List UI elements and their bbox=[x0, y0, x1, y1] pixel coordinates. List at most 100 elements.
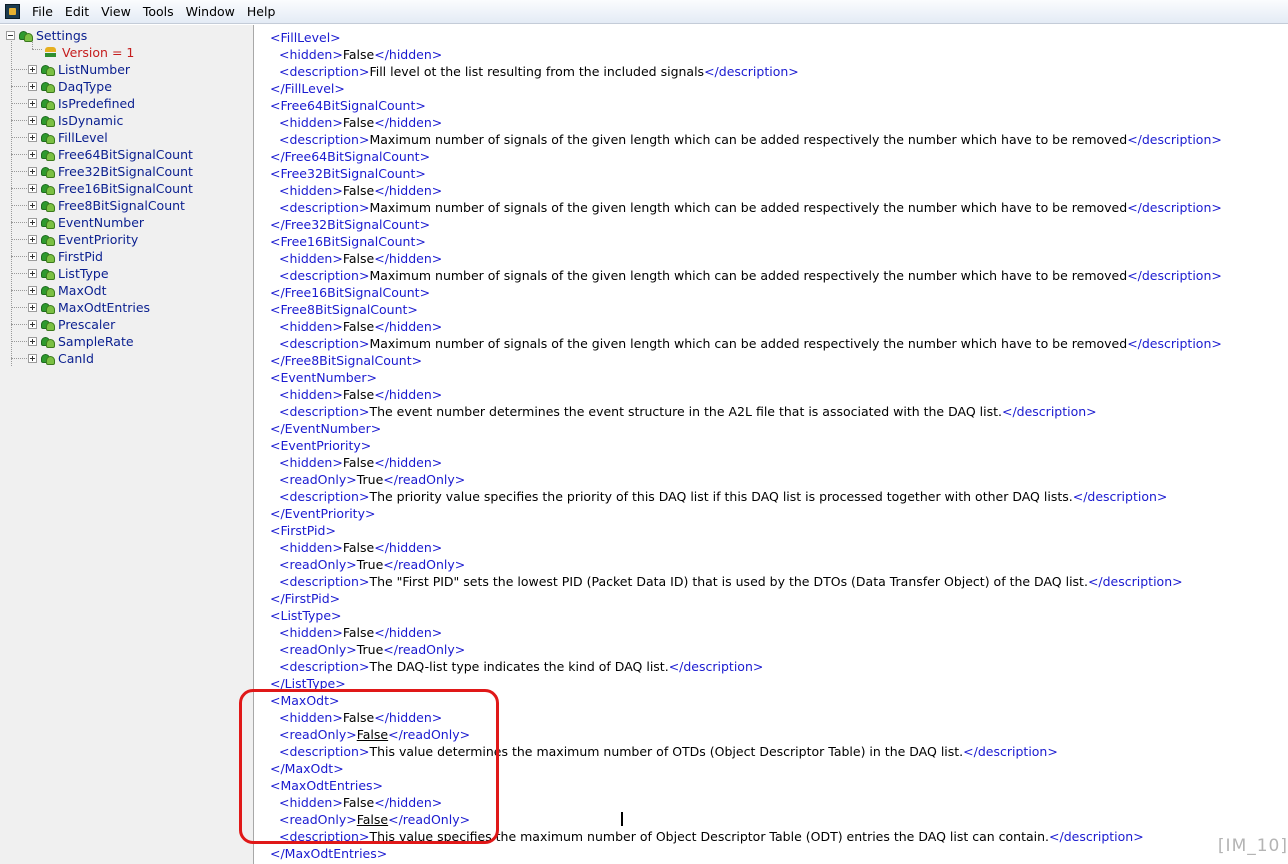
xml-line[interactable]: </FillLevel> bbox=[270, 80, 345, 97]
menu-edit[interactable]: Edit bbox=[59, 0, 95, 24]
expand-icon[interactable] bbox=[28, 320, 37, 329]
xml-line[interactable]: <MaxOdtEntries> bbox=[270, 777, 383, 794]
menu-view[interactable]: View bbox=[95, 0, 137, 24]
menu-file[interactable]: File bbox=[26, 0, 59, 24]
xml-line[interactable]: </EventPriority> bbox=[270, 505, 375, 522]
xml-line[interactable]: <EventNumber> bbox=[270, 369, 377, 386]
xml-line[interactable]: <FirstPid> bbox=[270, 522, 336, 539]
xml-line[interactable]: <hidden>False</hidden> bbox=[279, 182, 442, 199]
tree-item-firstpid[interactable]: FirstPid bbox=[28, 248, 103, 265]
xml-line[interactable]: </ListType> bbox=[270, 675, 346, 692]
xml-line[interactable]: <hidden>False</hidden> bbox=[279, 250, 442, 267]
xml-line[interactable]: <readOnly>True</readOnly> bbox=[279, 641, 465, 658]
xml-line[interactable]: <hidden>False</hidden> bbox=[279, 46, 442, 63]
xml-line[interactable]: <readOnly>False</readOnly> bbox=[279, 811, 470, 828]
tree-item-canid[interactable]: CanId bbox=[28, 350, 94, 367]
tree-item-isdynamic[interactable]: IsDynamic bbox=[28, 112, 123, 129]
collapse-icon[interactable] bbox=[6, 31, 15, 40]
xml-line[interactable]: <hidden>False</hidden> bbox=[279, 386, 442, 403]
expand-icon[interactable] bbox=[28, 269, 37, 278]
xml-line[interactable]: <description>This value determines the m… bbox=[279, 743, 1058, 760]
tree-item-eventpriority[interactable]: EventPriority bbox=[28, 231, 138, 248]
xml-line[interactable]: <hidden>False</hidden> bbox=[279, 114, 442, 131]
xml-line[interactable]: </Free8BitSignalCount> bbox=[270, 352, 422, 369]
xml-line[interactable]: <Free8BitSignalCount> bbox=[270, 301, 418, 318]
expand-icon[interactable] bbox=[28, 303, 37, 312]
xml-line[interactable]: <Free16BitSignalCount> bbox=[270, 233, 426, 250]
xml-line[interactable]: <description>The "First PID" sets the lo… bbox=[279, 573, 1183, 590]
xml-line[interactable]: </EventNumber> bbox=[270, 420, 381, 437]
xml-line[interactable]: <hidden>False</hidden> bbox=[279, 624, 442, 641]
tree-pane[interactable]: Settings Version = 1 ListNumber DaqType Is… bbox=[0, 25, 254, 864]
tree-item-maxodtentries[interactable]: MaxOdtEntries bbox=[28, 299, 150, 316]
xml-line[interactable]: <readOnly>True</readOnly> bbox=[279, 556, 465, 573]
xml-line[interactable]: <description>Maximum number of signals o… bbox=[279, 335, 1222, 352]
xml-tag: <description> bbox=[279, 64, 370, 79]
expand-icon[interactable] bbox=[28, 99, 37, 108]
xml-line[interactable]: <description>The priority value specifie… bbox=[279, 488, 1167, 505]
xml-line[interactable]: <hidden>False</hidden> bbox=[279, 318, 442, 335]
menu-tools[interactable]: Tools bbox=[137, 0, 180, 24]
xml-editor[interactable]: <FillLevel> <hidden>False</hidden> <descri… bbox=[255, 25, 1288, 864]
xml-line[interactable]: <description>Maximum number of signals o… bbox=[279, 267, 1222, 284]
tree-item-free16bitsignalcount[interactable]: Free16BitSignalCount bbox=[28, 180, 193, 197]
expand-icon[interactable] bbox=[28, 354, 37, 363]
expand-icon[interactable] bbox=[28, 82, 37, 91]
xml-line[interactable]: </Free64BitSignalCount> bbox=[270, 148, 430, 165]
tree-item-maxodt[interactable]: MaxOdt bbox=[28, 282, 107, 299]
xml-line[interactable]: <description>This value specifies the ma… bbox=[279, 828, 1144, 845]
expand-icon[interactable] bbox=[28, 184, 37, 193]
xml-line[interactable]: </FirstPid> bbox=[270, 590, 340, 607]
xml-line[interactable]: <hidden>False</hidden> bbox=[279, 539, 442, 556]
menu-window[interactable]: Window bbox=[180, 0, 241, 24]
xml-line[interactable]: <readOnly>True</readOnly> bbox=[279, 471, 465, 488]
xml-line[interactable]: <FillLevel> bbox=[270, 29, 341, 46]
xml-line[interactable]: <description>The DAQ-list type indicates… bbox=[279, 658, 763, 675]
expand-icon[interactable] bbox=[28, 235, 37, 244]
xml-line[interactable]: <description>The event number determines… bbox=[279, 403, 1097, 420]
xml-line[interactable]: <description>Maximum number of signals o… bbox=[279, 131, 1222, 148]
tree-item-free64bitsignalcount[interactable]: Free64BitSignalCount bbox=[28, 146, 193, 163]
tree-item-eventnumber[interactable]: EventNumber bbox=[28, 214, 144, 231]
xml-line[interactable]: <hidden>False</hidden> bbox=[279, 794, 442, 811]
expand-icon[interactable] bbox=[28, 150, 37, 159]
tree-item-ispredefined[interactable]: IsPredefined bbox=[28, 95, 135, 112]
xml-line[interactable]: <description>Fill level ot the list resu… bbox=[279, 63, 799, 80]
tree-item-filllevel[interactable]: FillLevel bbox=[28, 129, 108, 146]
expand-icon[interactable] bbox=[28, 167, 37, 176]
expand-icon[interactable] bbox=[28, 65, 37, 74]
tree-guide-line bbox=[11, 307, 27, 308]
tree-root-settings[interactable]: Settings bbox=[6, 27, 87, 44]
tree-attribute-version[interactable]: Version = 1 bbox=[44, 44, 134, 61]
tree-item-daqtype[interactable]: DaqType bbox=[28, 78, 112, 95]
tree-item-free32bitsignalcount[interactable]: Free32BitSignalCount bbox=[28, 163, 193, 180]
tree-item-samplerate[interactable]: SampleRate bbox=[28, 333, 134, 350]
xml-line[interactable]: </MaxOdt> bbox=[270, 760, 344, 777]
menu-help[interactable]: Help bbox=[241, 0, 282, 24]
xml-line[interactable]: </Free32BitSignalCount> bbox=[270, 216, 430, 233]
expand-icon[interactable] bbox=[28, 252, 37, 261]
xml-line[interactable]: <readOnly>False</readOnly> bbox=[279, 726, 470, 743]
xml-line[interactable]: </MaxOdtEntries> bbox=[270, 845, 387, 862]
expand-icon[interactable] bbox=[28, 218, 37, 227]
expand-icon[interactable] bbox=[28, 337, 37, 346]
tree-item-free8bitsignalcount[interactable]: Free8BitSignalCount bbox=[28, 197, 185, 214]
expand-icon[interactable] bbox=[28, 286, 37, 295]
xml-tag: <description> bbox=[279, 659, 370, 674]
tree-item-listnumber[interactable]: ListNumber bbox=[28, 61, 130, 78]
xml-line[interactable]: <Free64BitSignalCount> bbox=[270, 97, 426, 114]
xml-line[interactable]: <Free32BitSignalCount> bbox=[270, 165, 426, 182]
expand-icon[interactable] bbox=[28, 116, 37, 125]
xml-line[interactable]: <ListType> bbox=[270, 607, 342, 624]
xml-line[interactable]: <hidden>False</hidden> bbox=[279, 454, 442, 471]
xml-line[interactable]: <description>Maximum number of signals o… bbox=[279, 199, 1222, 216]
expand-icon[interactable] bbox=[28, 201, 37, 210]
xml-line[interactable]: <MaxOdt> bbox=[270, 692, 339, 709]
tree-item-label: Free32BitSignalCount bbox=[58, 164, 193, 179]
xml-line[interactable]: </Free16BitSignalCount> bbox=[270, 284, 430, 301]
xml-line[interactable]: <hidden>False</hidden> bbox=[279, 709, 442, 726]
tree-item-prescaler[interactable]: Prescaler bbox=[28, 316, 115, 333]
xml-line[interactable]: <EventPriority> bbox=[270, 437, 371, 454]
tree-item-listtype[interactable]: ListType bbox=[28, 265, 109, 282]
expand-icon[interactable] bbox=[28, 133, 37, 142]
